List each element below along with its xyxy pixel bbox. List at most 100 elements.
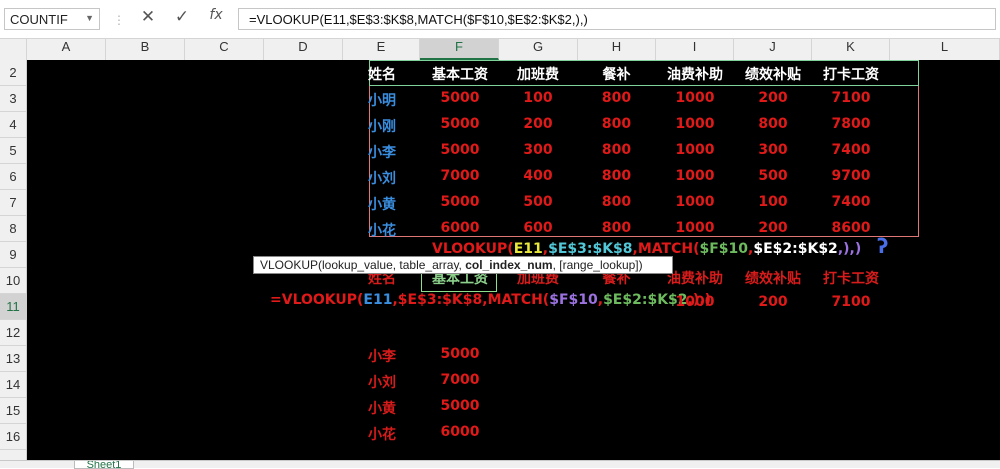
column-header[interactable]: G <box>499 39 578 60</box>
table-cell[interactable]: 300 <box>734 142 812 158</box>
list-cell[interactable]: 5000 <box>421 398 499 414</box>
list-cell[interactable]: 小刘 <box>343 372 421 392</box>
formula-part: $F$10 <box>549 292 598 308</box>
enter-icon[interactable]: ✓ <box>167 7 197 31</box>
column-header[interactable]: F <box>420 39 499 60</box>
table-cell[interactable]: 5000 <box>421 116 499 132</box>
column-header[interactable]: B <box>106 39 185 60</box>
table-header[interactable]: 基本工资 <box>421 64 499 84</box>
table-cell[interactable]: 小刘 <box>343 168 421 188</box>
table-cell[interactable]: 1000 <box>656 142 734 158</box>
row-header[interactable]: 5 <box>0 138 26 164</box>
table-cell[interactable]: 1000 <box>656 220 734 236</box>
select-all-corner[interactable] <box>0 39 27 60</box>
table-header[interactable]: 餐补 <box>577 64 656 84</box>
row9-formula-text[interactable]: VLOOKUP(E11,$E$3:$K$8,MATCH($F$10,$E$2:$… <box>432 241 861 257</box>
table-cell[interactable]: 200 <box>734 90 812 106</box>
table-cell[interactable]: 7100 <box>812 90 890 106</box>
table-cell[interactable]: 7800 <box>812 116 890 132</box>
table-header[interactable]: 加班费 <box>499 64 577 84</box>
list-cell[interactable]: 7000 <box>421 372 499 388</box>
table-cell[interactable]: 800 <box>577 168 656 184</box>
result-cell[interactable]: 7100 <box>812 294 890 310</box>
table-cell[interactable]: 800 <box>577 142 656 158</box>
table-cell[interactable]: 800 <box>577 220 656 236</box>
table-header[interactable]: 油费补助 <box>656 64 734 84</box>
column-header[interactable]: C <box>185 39 264 60</box>
row-header[interactable]: 13 <box>0 346 26 372</box>
function-tooltip[interactable]: VLOOKUP(lookup_value, table_array, col_i… <box>253 256 673 274</box>
column-header[interactable]: E <box>343 39 420 60</box>
column-header[interactable]: D <box>264 39 343 60</box>
name-box[interactable]: COUNTIF ▼ <box>4 8 100 30</box>
table-cell[interactable]: 800 <box>577 116 656 132</box>
row-header[interactable]: 8 <box>0 216 26 242</box>
result-cell[interactable]: 1000 <box>656 294 734 310</box>
list-cell[interactable]: 小黄 <box>343 398 421 418</box>
table-cell[interactable]: 1000 <box>656 168 734 184</box>
column-header[interactable]: I <box>656 39 734 60</box>
table-cell[interactable]: 500 <box>734 168 812 184</box>
table-cell[interactable]: 9700 <box>812 168 890 184</box>
table-cell[interactable]: 200 <box>734 220 812 236</box>
row-header[interactable]: 11 <box>0 294 26 320</box>
row-header[interactable]: 15 <box>0 398 26 424</box>
column-header[interactable]: A <box>27 39 106 60</box>
table-cell[interactable]: 5000 <box>421 90 499 106</box>
table-cell[interactable]: 小李 <box>343 142 421 162</box>
table-header[interactable]: 绩效补贴 <box>734 64 812 84</box>
cancel-icon[interactable]: ✕ <box>133 7 163 31</box>
insert-function-icon[interactable]: fx <box>201 7 231 31</box>
table-cell[interactable]: 100 <box>734 194 812 210</box>
table-cell[interactable]: 小花 <box>343 220 421 240</box>
table-cell[interactable]: 1000 <box>656 194 734 210</box>
sheet-tab[interactable]: Sheet1 <box>74 461 134 469</box>
column-header[interactable]: L <box>890 39 1000 60</box>
row-header[interactable]: 7 <box>0 190 26 216</box>
row-header[interactable]: 10 <box>0 268 26 294</box>
table-cell[interactable]: 800 <box>577 194 656 210</box>
lookup-header[interactable]: 绩效补贴 <box>734 268 812 288</box>
table-cell[interactable]: 小明 <box>343 90 421 110</box>
table-cell[interactable]: 800 <box>734 116 812 132</box>
table-cell[interactable]: 7400 <box>812 194 890 210</box>
table-cell[interactable]: 300 <box>499 142 577 158</box>
row-header[interactable]: 3 <box>0 86 26 112</box>
table-cell[interactable]: 400 <box>499 168 577 184</box>
row-header[interactable]: 4 <box>0 112 26 138</box>
table-header[interactable]: 姓名 <box>343 64 421 84</box>
table-cell[interactable]: 500 <box>499 194 577 210</box>
table-cell[interactable]: 1000 <box>656 116 734 132</box>
table-cell[interactable]: 5000 <box>421 142 499 158</box>
row-header[interactable]: 9 <box>0 242 26 268</box>
table-cell[interactable]: 7400 <box>812 142 890 158</box>
result-cell[interactable]: 200 <box>734 294 812 310</box>
table-cell[interactable]: 小黄 <box>343 194 421 214</box>
chevron-down-icon[interactable]: ▼ <box>85 13 94 23</box>
table-cell[interactable]: 1000 <box>656 90 734 106</box>
table-cell[interactable]: 100 <box>499 90 577 106</box>
row-header[interactable]: 14 <box>0 372 26 398</box>
list-cell[interactable]: 小李 <box>343 346 421 366</box>
row-header[interactable]: 6 <box>0 164 26 190</box>
table-cell[interactable]: 7000 <box>421 168 499 184</box>
row-header[interactable]: 12 <box>0 320 26 346</box>
list-cell[interactable]: 6000 <box>421 424 499 440</box>
table-cell[interactable]: 5000 <box>421 194 499 210</box>
row-header[interactable]: 16 <box>0 424 26 450</box>
formula-input[interactable]: =VLOOKUP(E11,$E$3:$K$8,MATCH($F$10,$E$2:… <box>238 8 996 30</box>
active-cell-formula[interactable]: =VLOOKUP(E11,$E$3:$K$8,MATCH($F$10,$E$2:… <box>270 292 711 308</box>
list-cell[interactable]: 5000 <box>421 346 499 362</box>
column-header[interactable]: H <box>578 39 656 60</box>
table-cell[interactable]: 600 <box>499 220 577 236</box>
list-cell[interactable]: 小花 <box>343 424 421 444</box>
table-cell[interactable]: 800 <box>577 90 656 106</box>
table-cell[interactable]: 小刚 <box>343 116 421 136</box>
table-header[interactable]: 打卡工资 <box>812 64 890 84</box>
column-header[interactable]: K <box>812 39 890 60</box>
row-header[interactable]: 2 <box>0 60 26 86</box>
lookup-header[interactable]: 打卡工资 <box>812 268 890 288</box>
table-cell[interactable]: 6000 <box>421 220 499 236</box>
column-header[interactable]: J <box>734 39 812 60</box>
table-cell[interactable]: 200 <box>499 116 577 132</box>
